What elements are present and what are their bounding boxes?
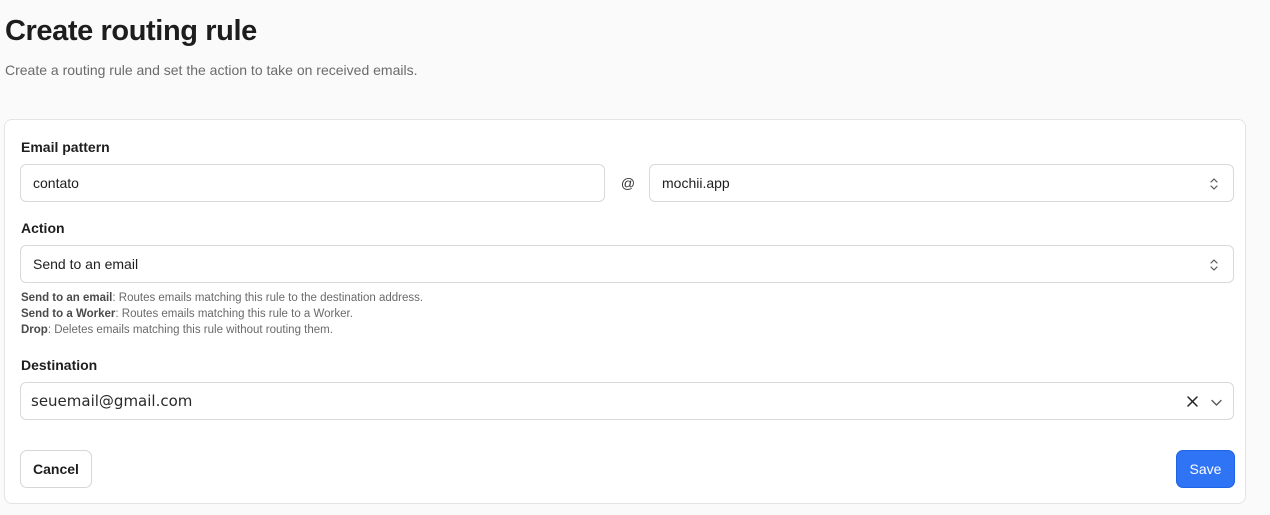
cancel-button[interactable]: Cancel xyxy=(20,450,92,488)
updown-chevron-icon xyxy=(1210,178,1218,190)
destination-value: seuemail@gmail.com xyxy=(31,392,193,410)
domain-select[interactable]: mochii.app xyxy=(649,164,1234,202)
email-pattern-label: Email pattern xyxy=(21,139,110,155)
close-icon[interactable] xyxy=(1186,395,1199,408)
domain-select-value: mochii.app xyxy=(662,175,730,191)
help-line-send-worker: Send to a Worker: Routes emails matching… xyxy=(21,308,353,320)
action-help-text: Send to an email: Routes emails matching… xyxy=(21,290,423,338)
help-line-drop: Drop: Deletes emails matching this rule … xyxy=(21,324,333,336)
destination-label: Destination xyxy=(21,357,98,373)
help-line-send-email: Send to an email: Routes emails matching… xyxy=(21,292,424,304)
save-button[interactable]: Save xyxy=(1176,450,1235,488)
action-select[interactable]: Send to an email xyxy=(20,245,1234,283)
action-select-value: Send to an email xyxy=(33,256,139,272)
action-label: Action xyxy=(21,220,65,236)
destination-combobox[interactable]: seuemail@gmail.com xyxy=(20,382,1234,420)
email-local-part-field[interactable] xyxy=(20,164,605,202)
chevron-down-icon[interactable] xyxy=(1210,396,1223,409)
page-title: Create routing rule xyxy=(5,15,257,47)
routing-rule-card: Email pattern @ mochii.app Action Send t… xyxy=(4,119,1246,504)
updown-chevron-icon xyxy=(1210,259,1218,271)
email-local-part-input[interactable] xyxy=(33,175,604,191)
page-subtitle: Create a routing rule and set the action… xyxy=(5,62,418,78)
at-sign: @ xyxy=(620,175,636,191)
